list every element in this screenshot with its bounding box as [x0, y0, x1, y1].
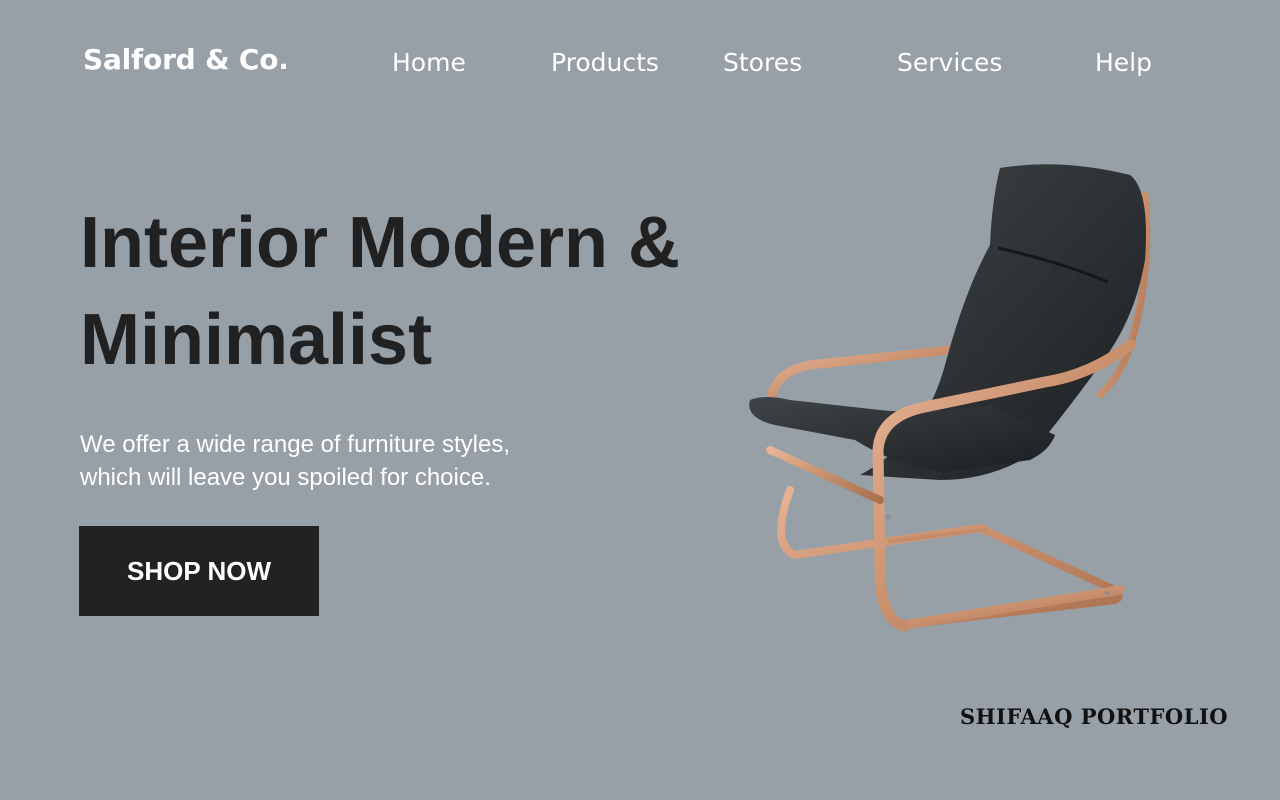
watermark-text: SHIFAAQ PORTFOLIO [960, 704, 1229, 729]
nav-link-stores[interactable]: Stores [723, 48, 802, 77]
nav-link-help[interactable]: Help [1095, 48, 1152, 77]
shop-now-button[interactable]: SHOP NOW [79, 526, 319, 616]
brand-logo[interactable]: Salford & Co. [83, 43, 289, 76]
hero-description: We offer a wide range of furniture style… [80, 431, 510, 491]
nav-link-products[interactable]: Products [551, 48, 659, 77]
nav-link-services[interactable]: Services [897, 48, 1002, 77]
armchair-image [749, 164, 1151, 632]
nav-link-home[interactable]: Home [392, 48, 466, 77]
hero-headline: Interior Modern & Minimalist [80, 203, 681, 380]
